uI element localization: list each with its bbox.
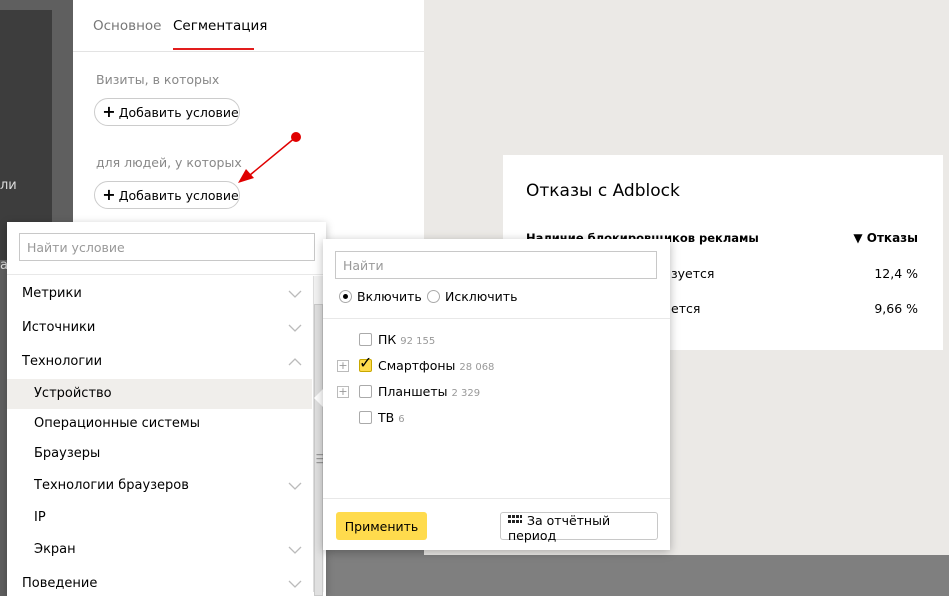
expand-icon[interactable]: + (337, 386, 349, 398)
sidebar-fragment: ли (0, 178, 17, 193)
apply-button[interactable]: Применить (336, 512, 427, 540)
visits-label: Визиты, в которых (96, 72, 220, 87)
value-count: 2 329 (451, 388, 481, 399)
category-label: Поведение (22, 576, 98, 591)
value-count: 6 (398, 414, 405, 425)
value-count: 28 068 (459, 362, 495, 373)
divider (323, 498, 670, 499)
row-value: 12,4 % (874, 266, 918, 281)
category-label: Устройство (34, 386, 112, 401)
segmentation-panel: Основное Сегментация Визиты, в которых +… (73, 0, 424, 240)
add-visit-condition-button[interactable]: + Добавить условие (94, 98, 240, 126)
category-sources[interactable]: Источники (7, 313, 312, 343)
category-metrics[interactable]: Метрики (7, 279, 312, 309)
people-label: для людей, у которых (96, 155, 242, 170)
radio-selected-icon (339, 290, 352, 303)
tab-segmentation[interactable]: Сегментация (173, 18, 267, 34)
category-label: Экран (34, 542, 76, 557)
row-dimension: ется (671, 301, 701, 316)
divider (73, 51, 424, 52)
category-label: Операционные системы (34, 416, 200, 431)
subcategory-screen[interactable]: Экран (7, 535, 312, 565)
checkbox-checked[interactable]: ✓ (359, 353, 372, 372)
expand-icon[interactable]: + (337, 360, 349, 372)
chevron-down-icon (288, 290, 302, 298)
find-condition-input[interactable] (19, 233, 315, 261)
value-name: ПК (378, 332, 397, 347)
value-name: Планшеты (378, 384, 448, 399)
metric-column-header[interactable]: ▼ Отказы (853, 231, 918, 245)
chevron-down-icon (288, 546, 302, 554)
checkbox[interactable] (359, 411, 372, 424)
subcategory-device[interactable]: Устройство (7, 379, 312, 409)
value-count: 92 155 (400, 336, 436, 347)
category-label: Браузеры (34, 446, 101, 461)
divider (7, 274, 326, 275)
chevron-down-icon (288, 324, 302, 332)
chevron-down-icon (288, 580, 302, 588)
radio-icon (427, 290, 440, 303)
divider (323, 318, 670, 319)
value-name: ТВ (378, 410, 395, 425)
category-label: Метрики (22, 286, 82, 301)
category-behavior[interactable]: Поведение (7, 569, 312, 596)
category-technologies[interactable]: Технологии (7, 347, 312, 377)
category-label: IP (34, 510, 46, 525)
chevron-up-icon (288, 358, 302, 366)
row-value: 9,66 % (874, 301, 918, 316)
category-label: Источники (22, 320, 96, 335)
plus-icon: + (102, 102, 116, 121)
subcategory-ip[interactable]: IP (7, 503, 312, 533)
subcategory-browsers[interactable]: Браузеры (7, 439, 312, 469)
values-popup: Включить Исключить ПК92 155 + ✓ Смартфон… (323, 239, 670, 550)
plus-icon: + (102, 185, 116, 204)
add-condition-label: Добавить условие (118, 105, 239, 120)
subcategory-browser-tech[interactable]: Технологии браузеров (7, 471, 312, 501)
category-label: Технологии браузеров (34, 478, 189, 493)
add-condition-label: Добавить условие (118, 188, 239, 203)
checkbox[interactable] (359, 333, 372, 346)
subcategory-os[interactable]: Операционные системы (7, 409, 312, 439)
exclude-label: Исключить (445, 289, 518, 304)
period-label: За отчётный период (508, 513, 611, 543)
values-search-input[interactable] (335, 251, 657, 279)
add-people-condition-button[interactable]: + Добавить условие (94, 181, 240, 209)
report-title: Отказы с Adblock (526, 181, 680, 201)
active-tab-indicator (173, 48, 254, 50)
check-icon: ✓ (359, 353, 373, 372)
calendar-icon (508, 515, 522, 523)
condition-dropdown: Метрики Источники Технологии Устройство … (7, 222, 326, 596)
row-dimension: зуется (671, 266, 715, 281)
category-label: Технологии (22, 354, 103, 369)
include-radio[interactable]: Включить (339, 289, 422, 304)
include-label: Включить (357, 289, 422, 304)
value-name: Смартфоны (378, 358, 456, 373)
popup-pointer (314, 389, 323, 407)
exclude-radio[interactable]: Исключить (427, 289, 517, 304)
tab-basic[interactable]: Основное (93, 18, 161, 34)
chevron-down-icon (288, 482, 302, 490)
checkbox[interactable] (359, 385, 372, 398)
period-button[interactable]: За отчётный период (500, 512, 658, 543)
